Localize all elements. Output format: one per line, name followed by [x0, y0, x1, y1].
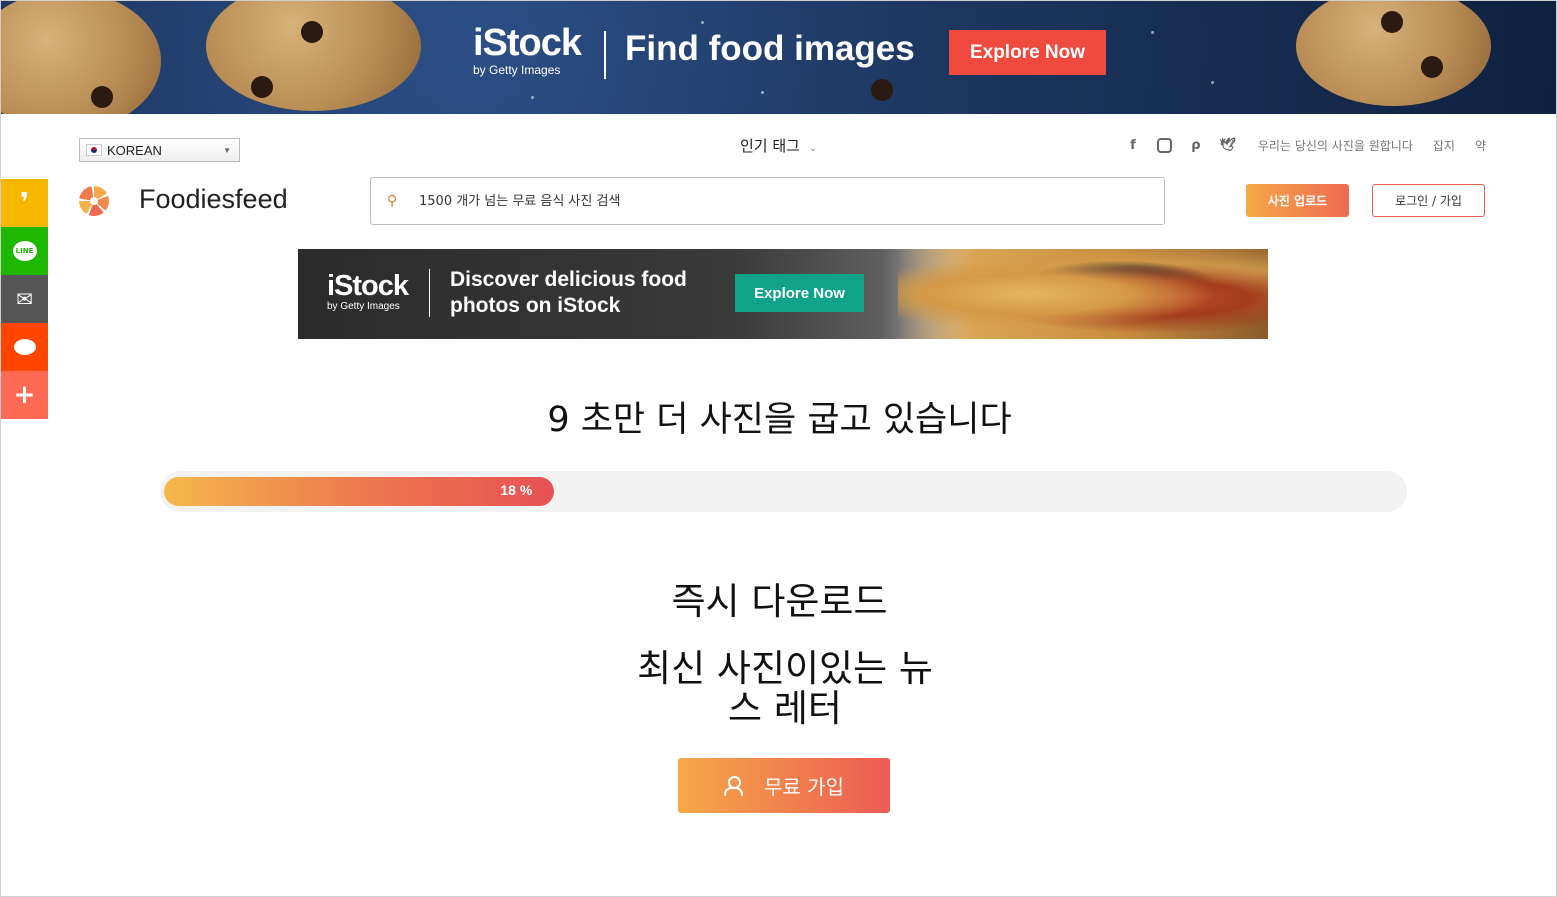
- istock-logo: iStock by Getty Images: [473, 22, 582, 77]
- download-progress-bar: 18 %: [160, 471, 1407, 512]
- signup-label: 무료 가입: [764, 775, 844, 799]
- popular-tags-menu[interactable]: 인기 태그 ⌄: [740, 135, 817, 156]
- facebook-icon[interactable]: f: [1125, 138, 1141, 154]
- mid-banner-headline: Discover delicious food photos on iStock: [450, 267, 687, 319]
- line-share-button[interactable]: LINE: [1, 227, 48, 275]
- reddit-share-button[interactable]: [1, 323, 48, 371]
- newsletter-title: 최신 사진이있는 뉴 스 레터: [620, 649, 950, 729]
- chocolate-chip: [91, 86, 113, 108]
- banner-divider: [604, 31, 606, 79]
- nav-link-more[interactable]: 약: [1475, 137, 1486, 154]
- site-name[interactable]: Foodiesfeed: [139, 184, 288, 215]
- search-box: ⚲: [370, 177, 1165, 225]
- chocolate-chip: [871, 79, 893, 101]
- istock-sub: by Getty Images: [327, 301, 400, 312]
- popular-tags-label: 인기 태그: [740, 137, 800, 155]
- newsletter-line1: 최신 사진이있는 뉴: [637, 647, 933, 690]
- language-label: KOREAN: [107, 142, 162, 158]
- istock-sub: by Getty Images: [473, 63, 561, 77]
- mid-headline-line2: photos on iStock: [450, 294, 621, 317]
- cookie-image: [206, 1, 421, 111]
- cookie-image: [1, 1, 161, 114]
- free-signup-button[interactable]: 무료 가입: [678, 758, 890, 813]
- pinterest-icon[interactable]: ρ: [1188, 138, 1204, 154]
- sugar-speck: [701, 21, 704, 24]
- twitter-icon[interactable]: 🕊︎: [1220, 138, 1237, 154]
- search-input[interactable]: [417, 192, 1121, 210]
- explore-now-button[interactable]: Explore Now: [735, 274, 864, 312]
- pasta-image: [898, 249, 1268, 339]
- chocolate-chip: [251, 76, 273, 98]
- newsletter-line2: 스 레터: [728, 687, 842, 730]
- top-right-nav: f ρ 🕊︎ 우리는 당신의 사진을 원합니다 잡지 약: [1125, 137, 1486, 154]
- top-ad-banner[interactable]: iStock by Getty Images Find food images …: [1, 1, 1556, 114]
- upload-photo-button[interactable]: 사진 업로드: [1246, 184, 1349, 217]
- chocolate-chip: [301, 21, 323, 43]
- search-icon: ⚲: [387, 193, 398, 209]
- login-signup-button[interactable]: 로그인 / 가입: [1372, 184, 1485, 217]
- kakaostory-icon: ❜: [19, 188, 29, 218]
- sugar-speck: [1151, 31, 1154, 34]
- kakaostory-share-button[interactable]: ❜: [1, 179, 48, 227]
- foodiesfeed-logo-icon[interactable]: [79, 186, 109, 216]
- mail-icon: ✉: [16, 287, 33, 311]
- istock-logo: iStock by Getty Images: [327, 270, 409, 312]
- korea-flag-icon: [86, 144, 102, 156]
- banner-divider: [429, 269, 430, 317]
- line-icon: LINE: [12, 241, 37, 261]
- progress-fill: 18 %: [164, 477, 555, 506]
- email-share-button[interactable]: ✉: [1, 275, 48, 323]
- istock-brand: iStock: [327, 270, 409, 302]
- progress-label: 18 %: [500, 482, 533, 498]
- baking-countdown-title: 9 초만 더 사진을 굽고 있습니다: [547, 400, 1012, 440]
- share-sidebar: ❜ LINE ✉ +: [1, 179, 48, 419]
- nav-link-want-photos[interactable]: 우리는 당신의 사진을 원합니다: [1258, 137, 1413, 154]
- reddit-icon: [13, 339, 36, 355]
- istock-brand: iStock: [473, 22, 582, 64]
- mid-headline-line1: Discover delicious food: [450, 268, 687, 291]
- language-select[interactable]: KOREAN ▼: [79, 138, 240, 162]
- instant-download-title: 즉시 다운로드: [671, 580, 888, 623]
- sugar-speck: [531, 96, 534, 99]
- user-icon: [724, 775, 744, 796]
- caret-down-icon: ▼: [223, 146, 231, 155]
- chocolate-chip: [1381, 11, 1403, 33]
- sugar-speck: [1211, 81, 1214, 84]
- nav-link-magazine[interactable]: 잡지: [1433, 137, 1455, 154]
- instagram-icon[interactable]: [1156, 138, 1172, 153]
- explore-now-button[interactable]: Explore Now: [949, 30, 1106, 75]
- mid-ad-banner[interactable]: iStock by Getty Images Discover deliciou…: [298, 249, 1268, 339]
- chocolate-chip: [1421, 56, 1443, 78]
- chevron-down-icon: ⌄: [808, 143, 818, 154]
- banner-headline: Find food images: [625, 29, 915, 68]
- sugar-speck: [761, 91, 764, 94]
